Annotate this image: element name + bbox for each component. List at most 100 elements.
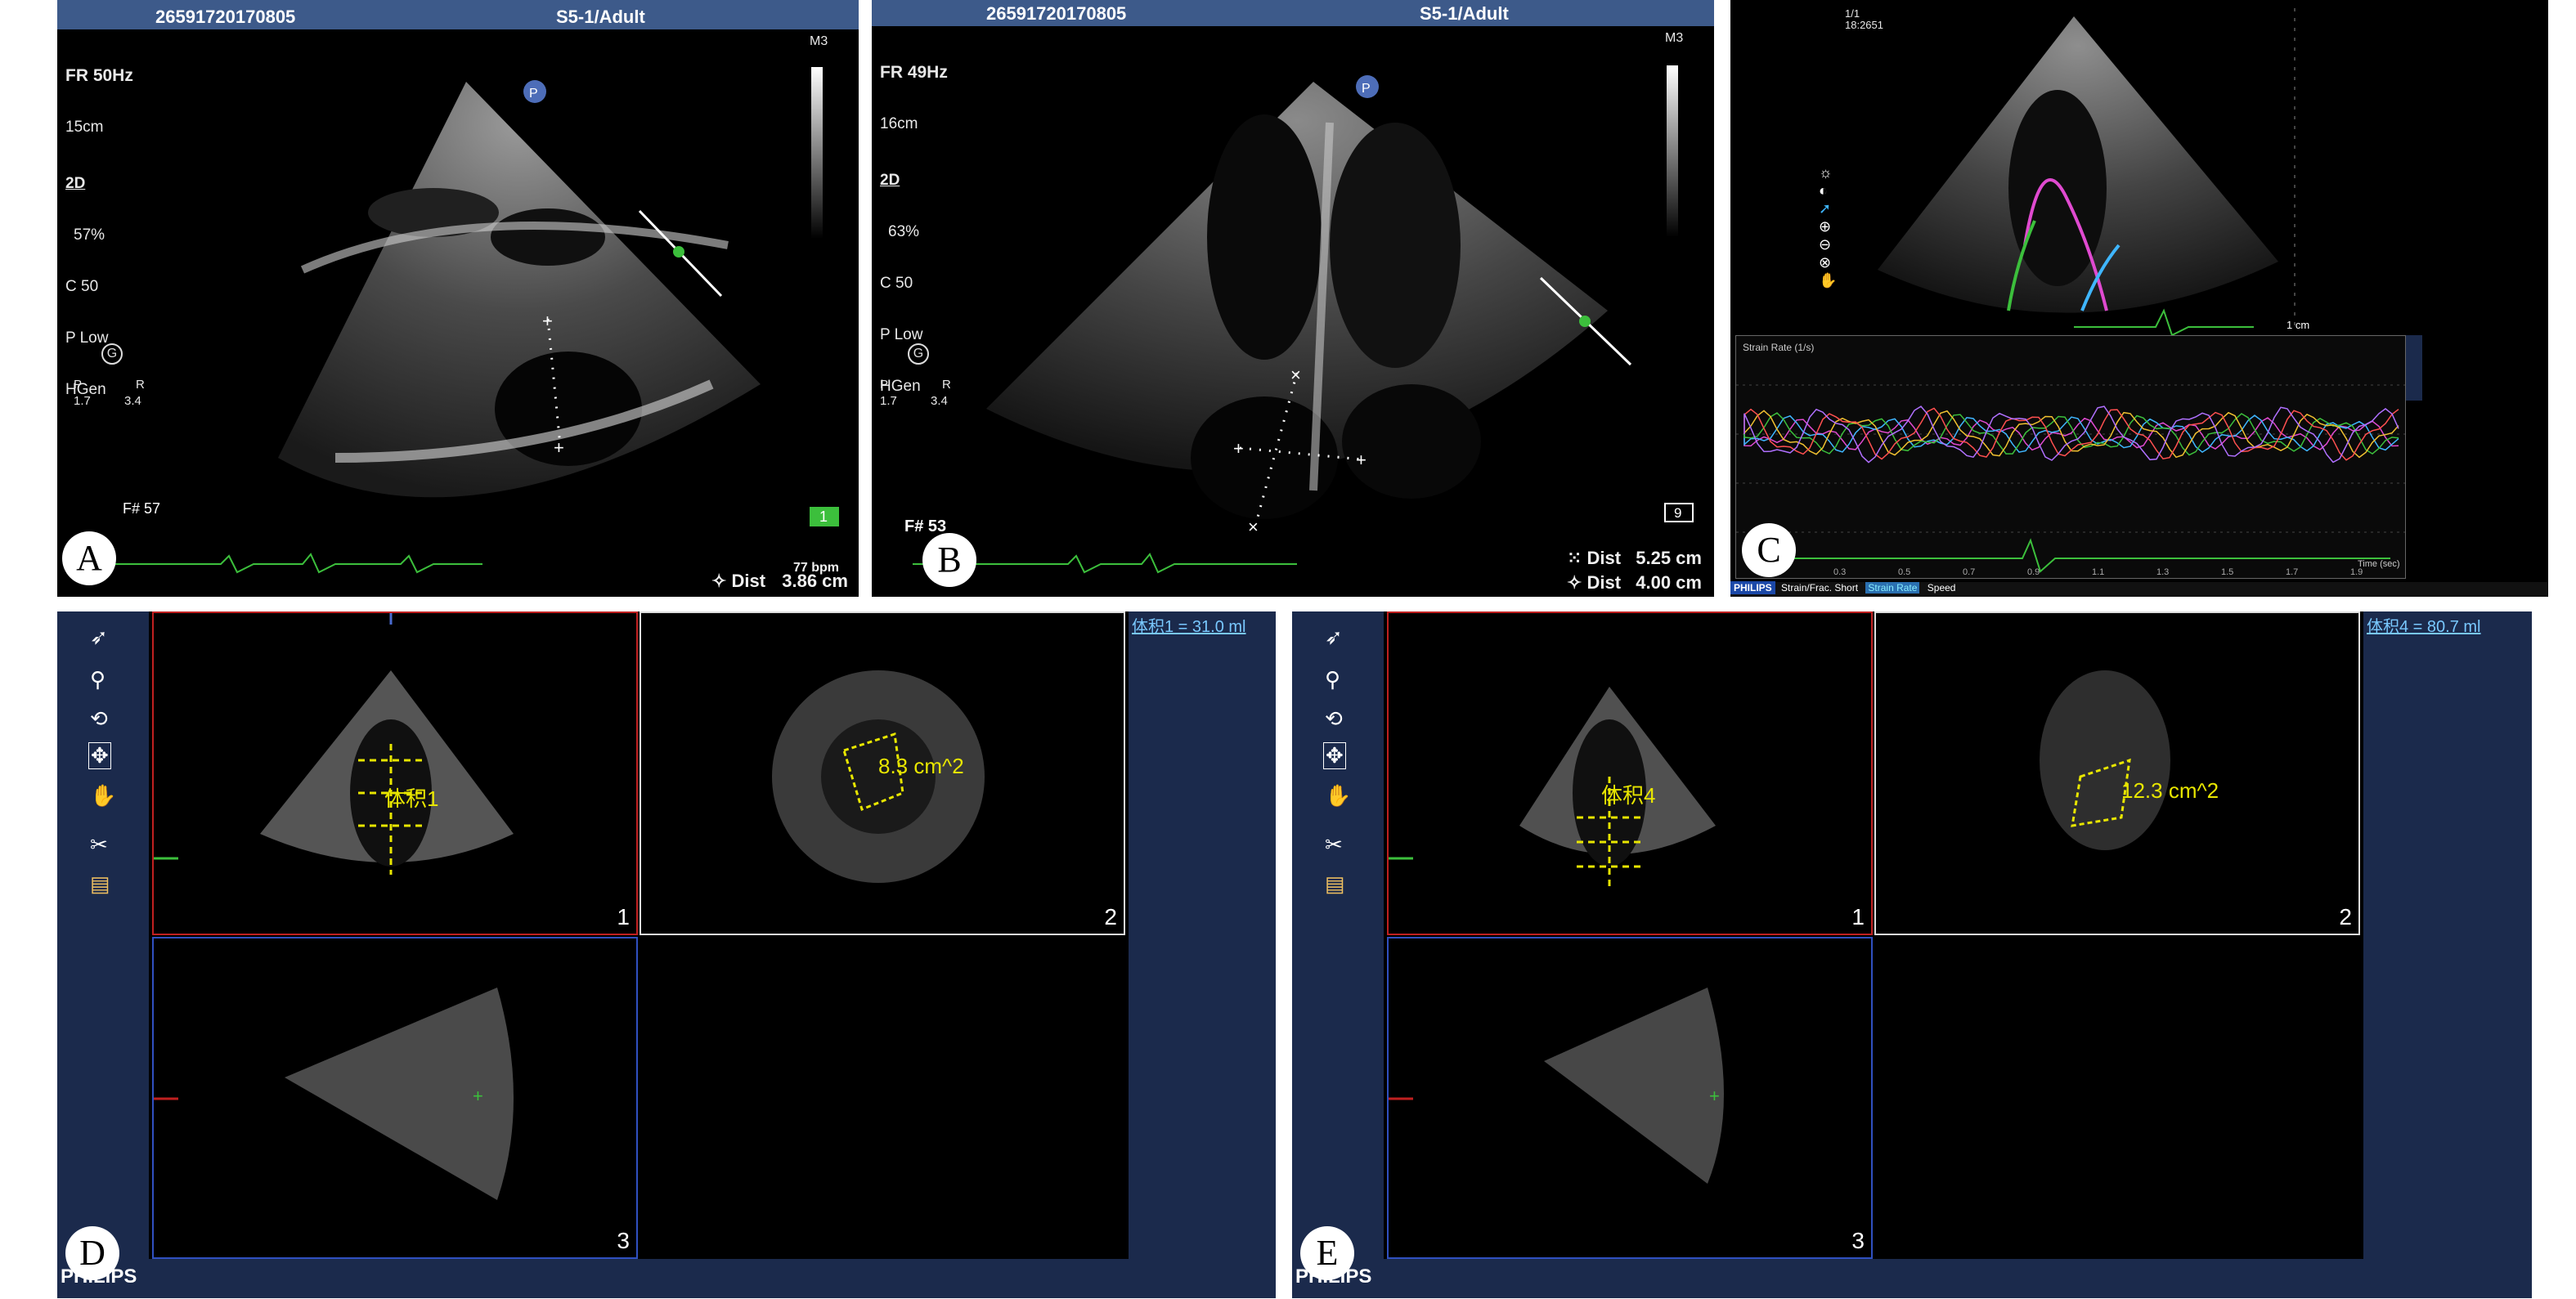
side-p: P <box>880 378 889 392</box>
brightness-icon[interactable]: ☼ <box>1819 163 1842 181</box>
cavity-ra <box>1342 384 1481 499</box>
panel-d: ➶ ⚲ ⟲ ✥ ✋ ✂ ▤ 体积1 1 8.3 cm^2 2 + 3 体积1 =… <box>57 611 1276 1298</box>
brand-logo: PHILIPS <box>1730 581 1775 594</box>
area-annot: 8.3 cm^2 <box>878 754 964 778</box>
panel-label-c: C <box>1742 523 1796 577</box>
d-left-toolbar: ➶ ⚲ ⟲ ✥ ✋ ✂ ▤ <box>57 611 149 1259</box>
e-view3-image: + <box>1389 988 1724 1184</box>
volume-readout: 体积1 = 31.0 ml <box>1132 618 1246 636</box>
g-circle-icon: G <box>908 343 929 365</box>
dist-label: Dist <box>1586 548 1622 568</box>
panel-label-d: D <box>65 1226 119 1280</box>
tab-speed[interactable]: Speed <box>1928 582 1956 594</box>
echo-sector-c: 1 cm <box>1878 8 2309 337</box>
val-left: 1.7 <box>880 394 897 408</box>
x-tick-label: 1.1 <box>2092 567 2104 577</box>
measurement-readout-2: ✧ Dist 4.00 cm <box>1567 572 1702 594</box>
d-view-3[interactable]: + 3 <box>152 937 638 1259</box>
d-view-2[interactable]: 8.3 cm^2 2 <box>640 611 1125 935</box>
x-tick-label: 1.9 <box>2350 567 2363 577</box>
side-r: R <box>136 378 145 392</box>
scissors-tool-icon[interactable]: ✂ <box>1325 832 1343 858</box>
d-right-panel: 体积1 = 31.0 ml <box>1129 611 1276 1259</box>
caliper-plus: + <box>554 437 564 458</box>
e-view-3[interactable]: + 3 <box>1387 937 1873 1259</box>
panel-label-b: B <box>922 533 976 587</box>
panel-a: 26591720170805 S5-1/Adult FR 50Hz 15cm 2… <box>57 0 859 597</box>
layers-tool-icon[interactable]: ▤ <box>1325 871 1345 897</box>
e-bottom-bar: PHILIPS <box>1292 1259 2532 1298</box>
plot-side-toolbar <box>2406 335 2422 401</box>
caliper-icon: ✧ <box>1567 572 1587 593</box>
volume-annot: 体积4 <box>1601 783 1655 808</box>
view-number: 1 <box>617 904 630 929</box>
val-left: 1.7 <box>74 394 91 408</box>
c-bottom-bar: PHILIPS Strain/Frac. Short Strain Rate S… <box>1730 581 2548 597</box>
hand-tool-icon[interactable]: ✋ <box>1325 783 1351 809</box>
ecg-trace <box>98 553 482 574</box>
layers-tool-icon[interactable]: ▤ <box>90 871 110 897</box>
x-tick-label: 1.7 <box>2286 567 2298 577</box>
e-right-panel: 体积4 = 80.7 ml <box>2363 611 2532 1259</box>
x-tick-label: 0.7 <box>1963 567 1975 577</box>
side-r: R <box>942 378 951 392</box>
panel-e: ➶ ⚲ ⟲ ✥ ✋ ✂ ▤ 体积4 1 12.3 cm^2 2 + 3 体积4 … <box>1292 611 2532 1298</box>
orientation-widget: G P R 1.7 3.4 <box>880 343 962 409</box>
cavity-lv <box>1207 114 1322 360</box>
dist-label: Dist <box>1586 572 1622 593</box>
c-toolbar: ☼ ◐ ➚ ⊕ ⊖ ⊗ ✋ <box>1819 163 1842 289</box>
area-annot: 12.3 cm^2 <box>2121 778 2219 803</box>
zoom-tool-icon[interactable]: ⚲ <box>90 667 105 692</box>
hand-icon[interactable]: ✋ <box>1819 271 1842 289</box>
view-number: 2 <box>2339 904 2352 929</box>
strain-curves: Time (sec) 0.10.30.50.70.91.11.31.51.71.… <box>1736 384 2405 577</box>
move-tool-icon[interactable]: ✥ <box>88 742 111 769</box>
view-number: 2 <box>1104 904 1117 929</box>
zoom-out-icon[interactable]: ⊖ <box>1819 235 1842 253</box>
dist-label: Dist <box>731 571 766 591</box>
scissors-tool-icon[interactable]: ✂ <box>90 832 108 858</box>
move-tool-icon[interactable]: ✥ <box>1323 742 1346 769</box>
echo-sector-b: × × + + P F# 53 9 <box>904 75 1694 574</box>
tab-strain-frac[interactable]: Strain/Frac. Short <box>1781 582 1858 594</box>
focus-marker <box>673 246 684 258</box>
rotate-tool-icon[interactable]: ⟲ <box>1325 706 1343 732</box>
g-circle-icon: G <box>101 343 123 365</box>
pointer-tool-icon[interactable]: ➶ <box>1325 625 1343 650</box>
tab-strain-rate[interactable]: Strain Rate <box>1865 582 1920 594</box>
measurement-readout-1: ⁙ Dist 5.25 cm <box>1567 548 1702 569</box>
d-view1-image: 体积1 <box>154 613 514 875</box>
zoom-tool-icon[interactable]: ⚲ <box>1325 667 1340 692</box>
e-view1-image: 体积4 <box>1389 687 1716 891</box>
pointer-tool-icon[interactable]: ➶ <box>90 625 108 650</box>
heart-rate: 77 bpm <box>793 561 840 575</box>
side-p: P <box>74 378 83 392</box>
d-view2-image: 8.3 cm^2 <box>772 670 985 883</box>
val-right: 3.4 <box>124 394 141 408</box>
caliper-icon: ✧ <box>711 571 732 591</box>
e-view-1[interactable]: 体积4 1 <box>1387 611 1873 935</box>
e-view-2[interactable]: 12.3 cm^2 2 <box>1874 611 2360 935</box>
hand-tool-icon[interactable]: ✋ <box>90 783 116 809</box>
view-number: 3 <box>617 1228 630 1253</box>
cavity-lv <box>491 208 605 266</box>
d-view3-image: + <box>154 988 514 1200</box>
frame-number: F# 57 <box>123 500 160 517</box>
svg-text:+: + <box>1709 1086 1720 1106</box>
echo-sector-a: + + P F# 57 1 <box>98 80 839 574</box>
frame-number: F# 53 <box>904 517 946 535</box>
x-tick-label: 1.5 <box>2221 567 2233 577</box>
view-number: 3 <box>1851 1228 1865 1253</box>
box-number: 1 <box>819 508 828 525</box>
ecg-trace <box>2074 308 2254 337</box>
delete-icon[interactable]: ⊗ <box>1819 253 1842 271</box>
pointer-icon[interactable]: ➚ <box>1819 199 1842 217</box>
d-view-1[interactable]: 体积1 1 <box>152 611 638 935</box>
orientation-widget: G P R 1.7 3.4 <box>74 343 155 409</box>
rotate-tool-icon[interactable]: ⟲ <box>90 706 108 732</box>
contrast-icon[interactable]: ◐ <box>1819 181 1842 199</box>
zoom-in-icon[interactable]: ⊕ <box>1819 217 1842 235</box>
caliper-icon: ⁙ <box>1567 548 1587 568</box>
panel-c: 1/1 18:2651 1 cm ☼ ◐ ➚ ⊕ ⊖ ⊗ ✋ Strain Ra… <box>1730 0 2548 597</box>
dist-value: 5.25 cm <box>1636 548 1702 568</box>
